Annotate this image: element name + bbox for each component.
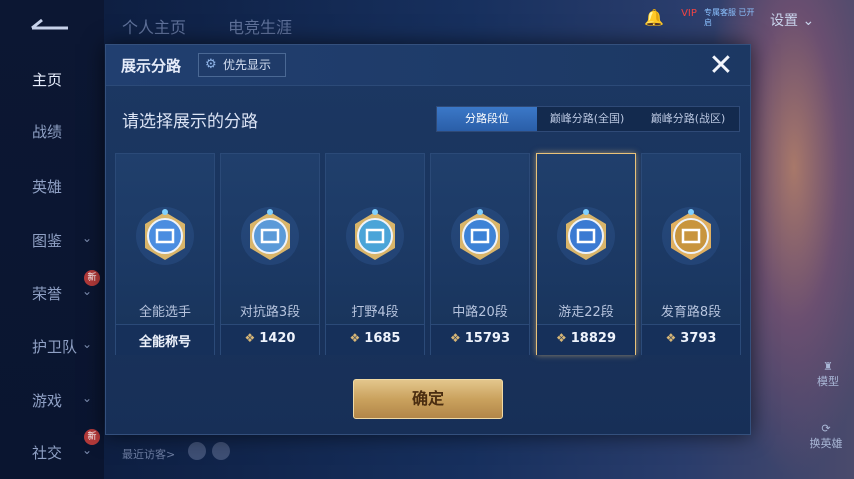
select-prompt: 请选择展示的分路 xyxy=(122,112,258,132)
lane-display-dialog: 展示分路 ⚙ 优先显示 ✕ 请选择展示的分路 分路段位 巅峰分路(全国) 巅峰分路(… xyxy=(105,44,751,435)
lane-card[interactable]: 对抗路3段 ❖ 1420 xyxy=(220,153,320,355)
lane-card[interactable]: 打野4段 ❖ 1685 xyxy=(325,153,425,355)
sidebar-item-label: 游戏 xyxy=(32,392,63,410)
sidebar-item[interactable]: 护卫队 ⌄ xyxy=(0,331,104,361)
confirm-button[interactable]: 确定 xyxy=(353,379,503,419)
lane-tab[interactable]: 巅峰分路(战区) xyxy=(637,107,739,131)
lane-points: 18829 xyxy=(570,331,616,346)
allround-emblem-icon xyxy=(136,207,194,265)
back-arrow-icon xyxy=(31,18,68,30)
points-icon: ❖ xyxy=(450,331,461,345)
swap-hero-button[interactable]: ⟳ 换英雄 xyxy=(804,422,848,462)
lane-type-tabs: 分路段位 巅峰分路(全国) 巅峰分路(战区) xyxy=(436,106,740,132)
new-badge: 新 xyxy=(84,429,100,445)
chevron-down-icon: ⌄ xyxy=(82,391,93,405)
visitor-avatar[interactable] xyxy=(188,442,206,460)
model-label: 模型 xyxy=(817,375,839,388)
lane-name: 发育路8段 xyxy=(660,305,722,320)
lane-name: 中路20段 xyxy=(452,305,508,320)
farm-lane-emblem-icon xyxy=(662,207,720,265)
swap-icon: ⟳ xyxy=(821,422,831,435)
lane-points: 全能称号 xyxy=(138,335,191,350)
lane-points: 1420 xyxy=(259,331,296,346)
back-button[interactable] xyxy=(28,12,74,36)
points-icon: ❖ xyxy=(244,331,256,345)
lane-stat: 全能称号 xyxy=(116,324,214,355)
bell-icon[interactable]: 🔔 xyxy=(644,8,666,30)
model-icon: ♜ xyxy=(823,360,833,373)
sidebar-item[interactable]: 荣誉 ⌄ 新 xyxy=(0,270,104,308)
dialog-title: 展示分路 xyxy=(121,57,182,75)
sidebar: 主页 战绩 英雄 图鉴 ⌄ 荣誉 ⌄ 新护卫队 ⌄ 游戏 ⌄ 社交 ⌄ 新 xyxy=(0,0,104,479)
settings-button[interactable]: 设置 ⌄ xyxy=(770,10,842,32)
lane-name: 对抗路3段 xyxy=(239,305,301,320)
lane-stat: ❖ 15793 xyxy=(431,324,529,355)
gear-icon: ⚙ xyxy=(205,57,217,72)
jungle-emblem-icon xyxy=(346,207,404,265)
sidebar-item[interactable]: 战绩 xyxy=(0,116,104,146)
sidebar-item-label: 图鉴 xyxy=(32,232,63,250)
chevron-down-icon: ⌄ xyxy=(82,337,93,351)
lane-card[interactable]: 全能选手 全能称号 xyxy=(115,153,215,355)
sidebar-item[interactable]: 主页 xyxy=(0,64,104,94)
lane-stat: ❖ 1420 xyxy=(221,324,319,355)
sidebar-item-label: 主页 xyxy=(32,71,63,89)
priority-label: 优先显示 xyxy=(223,58,272,72)
vip-label: VIP xyxy=(681,8,697,19)
tab-esports-career[interactable]: 电竞生涯 xyxy=(228,14,292,38)
settings-label: 设置 xyxy=(770,13,798,29)
sidebar-item[interactable]: 社交 ⌄ 新 xyxy=(0,429,104,467)
swap-label: 换英雄 xyxy=(809,437,843,450)
sidebar-item-label: 荣誉 xyxy=(32,285,63,303)
lane-card[interactable]: 游走22段 ❖ 18829 xyxy=(536,153,636,355)
vip-badge[interactable]: VIP xyxy=(680,8,698,30)
lane-card[interactable]: 中路20段 ❖ 15793 xyxy=(430,153,530,355)
new-badge: 新 xyxy=(84,270,100,286)
chevron-down-icon: ⌄ xyxy=(802,13,815,29)
sidebar-item-label: 英雄 xyxy=(32,178,63,196)
vip-service-text: 专属客服 已开启 xyxy=(704,8,755,27)
lane-points: 15793 xyxy=(464,331,510,346)
points-icon: ❖ xyxy=(665,331,677,345)
sidebar-item-label: 社交 xyxy=(32,444,63,462)
sidebar-item[interactable]: 图鉴 ⌄ xyxy=(0,225,104,255)
dialog-header: 展示分路 ⚙ 优先显示 ✕ xyxy=(106,45,750,86)
visitor-avatar[interactable] xyxy=(212,442,230,460)
recent-visitors-link[interactable]: 最近访客> xyxy=(122,446,175,462)
lane-tab[interactable]: 分路段位 xyxy=(437,107,537,131)
lane-card[interactable]: 发育路8段 ❖ 3793 xyxy=(641,153,741,355)
sidebar-item-label: 战绩 xyxy=(32,123,63,141)
points-icon: ❖ xyxy=(349,331,361,345)
lane-tab[interactable]: 巅峰分路(全国) xyxy=(537,107,637,131)
tab-personal-home[interactable]: 个人主页 xyxy=(122,14,186,38)
sidebar-item-label: 护卫队 xyxy=(32,338,78,356)
lane-stat: ❖ 1685 xyxy=(326,324,424,355)
sidebar-item[interactable]: 英雄 xyxy=(0,171,104,201)
roam-emblem-icon xyxy=(557,207,615,265)
model-button[interactable]: ♜ 模型 xyxy=(808,360,848,400)
lane-name: 全能选手 xyxy=(138,305,191,320)
sidebar-item[interactable]: 游戏 ⌄ xyxy=(0,385,104,415)
lane-stat: ❖ 3793 xyxy=(642,324,740,355)
chevron-down-icon: ⌄ xyxy=(82,443,93,457)
mid-lane-emblem-icon xyxy=(451,207,509,265)
clash-lane-emblem-icon xyxy=(241,207,299,265)
close-icon[interactable]: ✕ xyxy=(704,49,738,83)
lane-name: 游走22段 xyxy=(558,305,614,320)
points-icon: ❖ xyxy=(556,331,567,345)
lane-name: 打野4段 xyxy=(351,305,399,320)
lane-points: 3793 xyxy=(680,331,717,346)
chevron-down-icon: ⌄ xyxy=(82,231,93,245)
lane-stat: ❖ 18829 xyxy=(537,324,635,355)
priority-display-button[interactable]: ⚙ 优先显示 xyxy=(198,53,286,77)
lane-points: 1685 xyxy=(364,331,401,346)
chevron-down-icon: ⌄ xyxy=(82,284,93,298)
